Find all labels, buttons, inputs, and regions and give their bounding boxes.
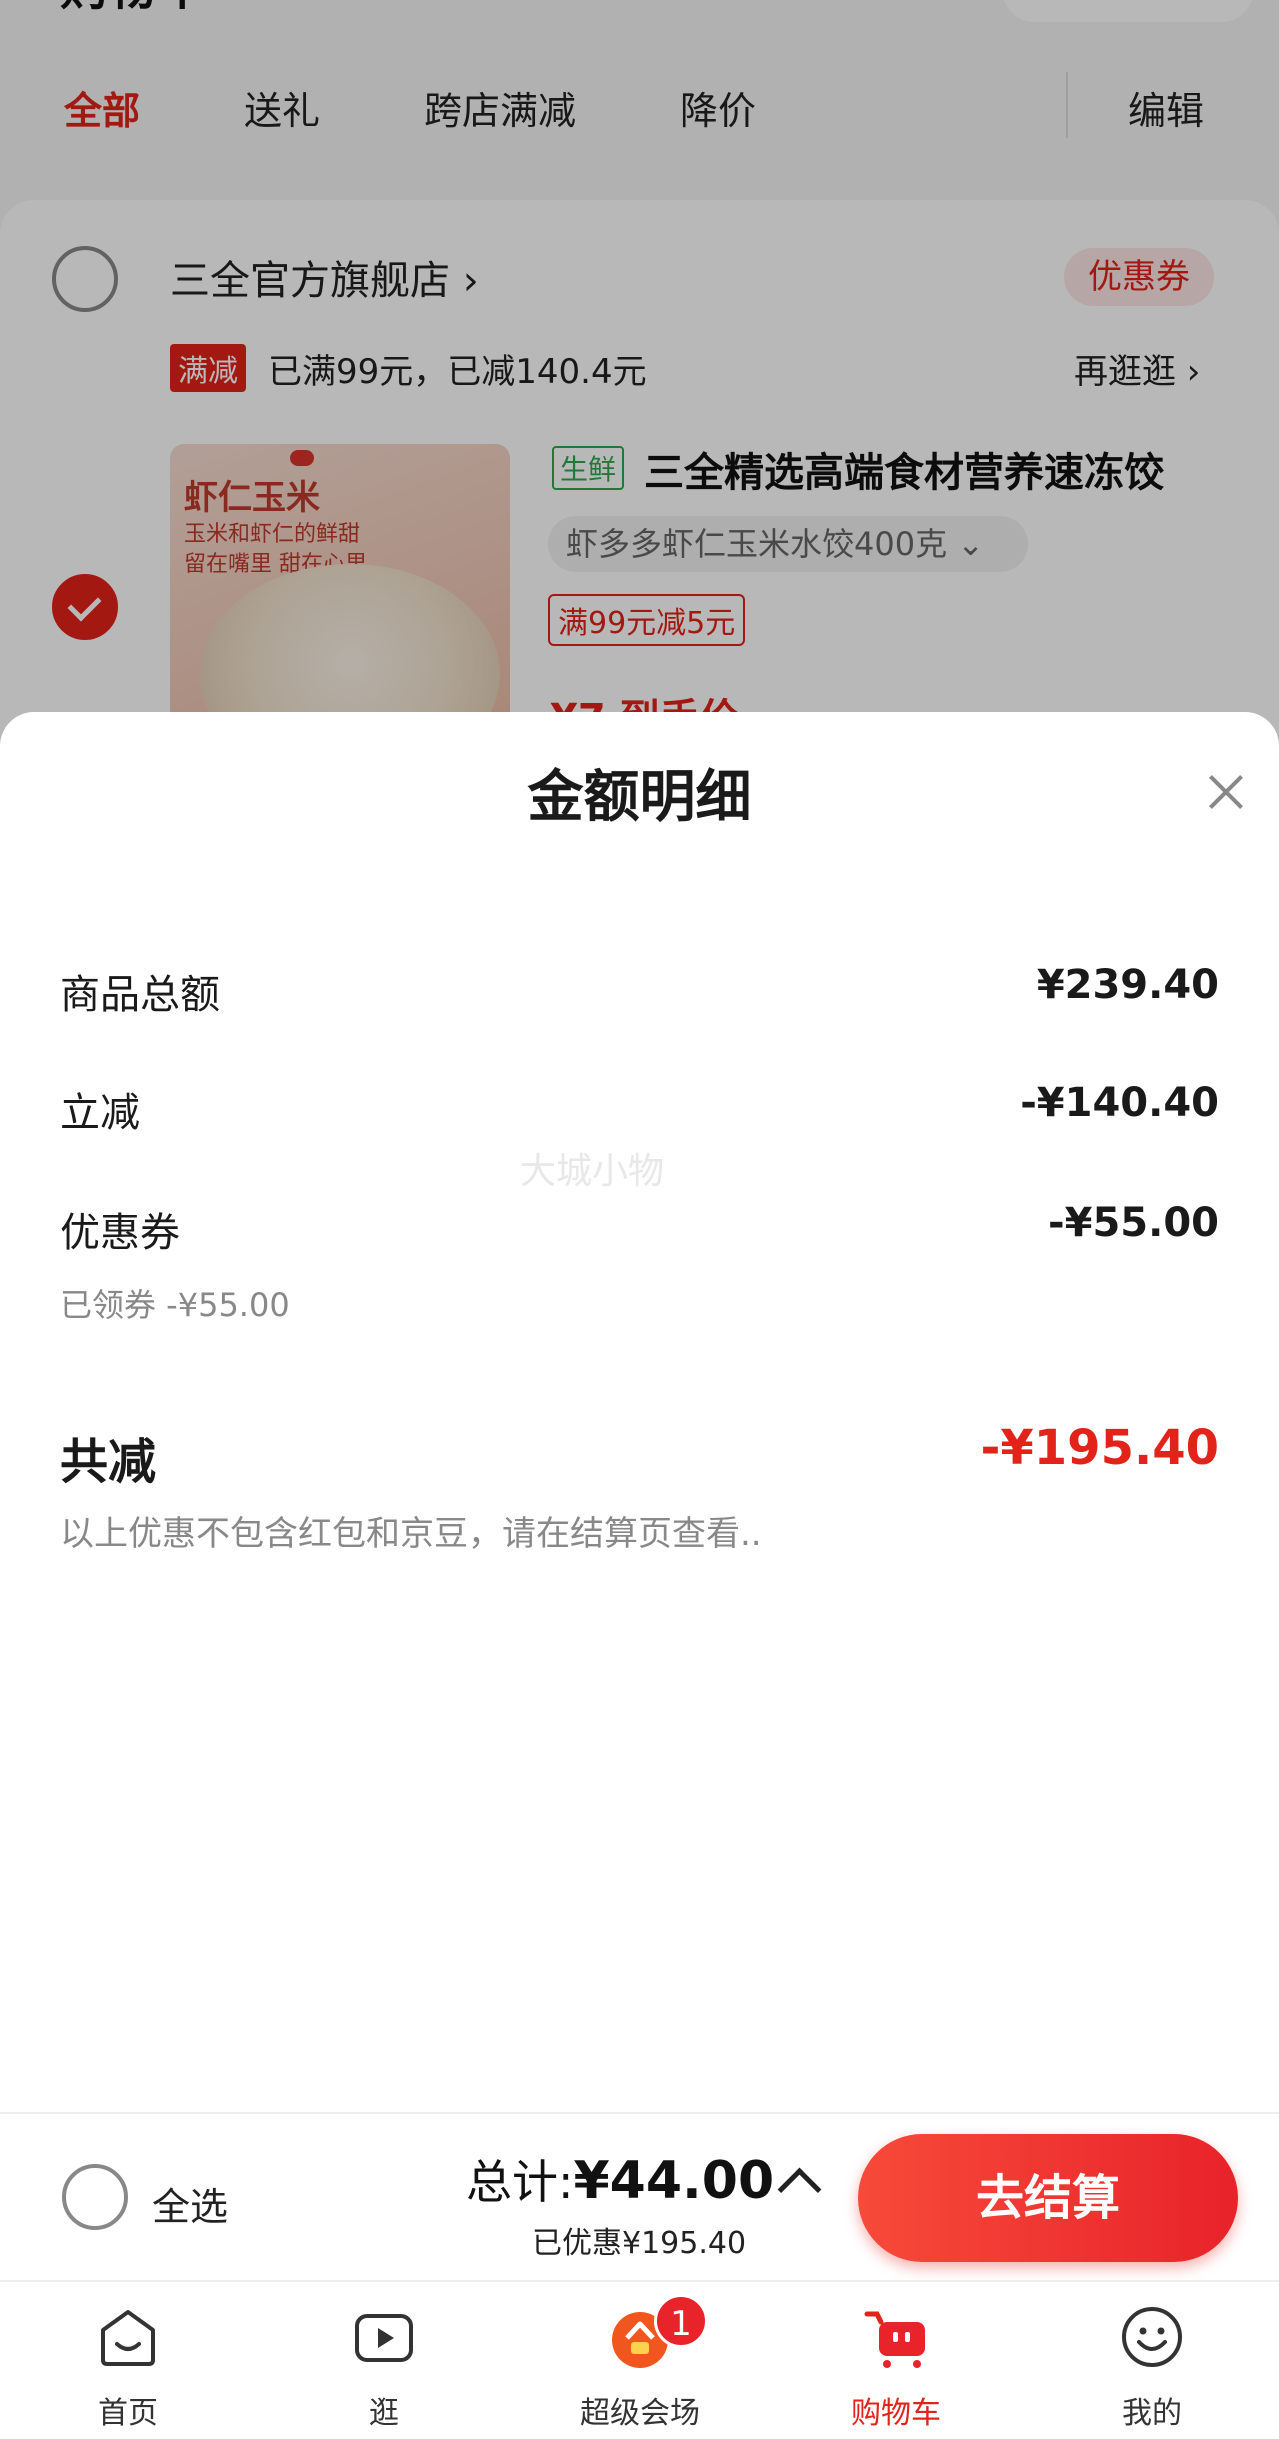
tabbar-label-home: 首页 bbox=[98, 2396, 158, 2431]
goods-total-value: ¥239.40 bbox=[1036, 962, 1219, 1008]
tabbar-label-super-venue: 超级会场 bbox=[580, 2396, 700, 2431]
checkout-total: 总计:¥44.00 bbox=[466, 2146, 774, 2212]
tabbar-item-home[interactable]: 首页 bbox=[0, 2282, 256, 2439]
home-icon bbox=[101, 2310, 155, 2366]
select-all-label[interactable]: 全选 bbox=[152, 2176, 228, 2231]
cart-page-background: 购物车 全部 送礼 跨店满减 降价 编辑 三全官方旗舰店 › 优惠券 满减 已满… bbox=[0, 0, 1279, 760]
saved-amount: 已优惠¥195.40 bbox=[532, 2226, 747, 2261]
total-amount: ¥44.00 bbox=[573, 2151, 775, 2211]
checkout-bar: 全选 总计:¥44.00 已优惠¥195.40 去结算 bbox=[0, 2112, 1279, 2282]
notification-badge: 1 bbox=[654, 2294, 708, 2348]
close-icon[interactable] bbox=[1198, 764, 1254, 820]
modal-backdrop[interactable] bbox=[0, 0, 1279, 760]
chevron-up-icon[interactable] bbox=[777, 2167, 822, 2212]
checkout-button[interactable]: 去结算 bbox=[858, 2134, 1238, 2262]
coupon-claimed-note: 已领券 -¥55.00 bbox=[60, 1286, 290, 1324]
cart-icon bbox=[864, 2311, 925, 2368]
tabbar-item-cart[interactable]: 购物车 bbox=[768, 2282, 1024, 2439]
total-discount-label: 共减 bbox=[60, 1434, 157, 1490]
instant-discount-value: -¥140.40 bbox=[1020, 1080, 1219, 1126]
watermark-text: 大城小物 bbox=[520, 1151, 665, 1192]
tabbar-label-cart: 购物车 bbox=[851, 2396, 941, 2431]
select-all-radio[interactable] bbox=[62, 2164, 128, 2230]
coupon-value: -¥55.00 bbox=[1048, 1200, 1219, 1246]
total-discount-value: -¥195.40 bbox=[980, 1420, 1219, 1476]
smiley-profile-icon bbox=[1122, 2307, 1182, 2367]
bottom-tab-bar: 首页 逛 1 超级会场 购物车 我的 bbox=[0, 2280, 1279, 2439]
discount-footnote: 以上优惠不包含红包和京豆，请在结算页查看.. bbox=[60, 1514, 762, 1554]
tabbar-label-profile: 我的 bbox=[1122, 2396, 1182, 2431]
coupon-label: 优惠券 bbox=[60, 1210, 180, 1256]
sheet-title: 金额明细 bbox=[527, 765, 752, 830]
tabbar-item-browse[interactable]: 逛 bbox=[256, 2282, 512, 2439]
goods-total-label: 商品总额 bbox=[60, 972, 220, 1018]
tabbar-item-super-venue[interactable]: 1 超级会场 bbox=[512, 2282, 768, 2439]
tabbar-label-browse: 逛 bbox=[369, 2396, 399, 2431]
total-prefix: 总计: bbox=[466, 2155, 574, 2209]
amount-detail-sheet: 金额明细 商品总额 ¥239.40 立减 -¥140.40 大城小物 优惠券 -… bbox=[0, 712, 1279, 2112]
video-play-icon bbox=[355, 2314, 413, 2362]
instant-discount-label: 立减 bbox=[60, 1090, 140, 1136]
tabbar-item-profile[interactable]: 我的 bbox=[1024, 2282, 1279, 2439]
